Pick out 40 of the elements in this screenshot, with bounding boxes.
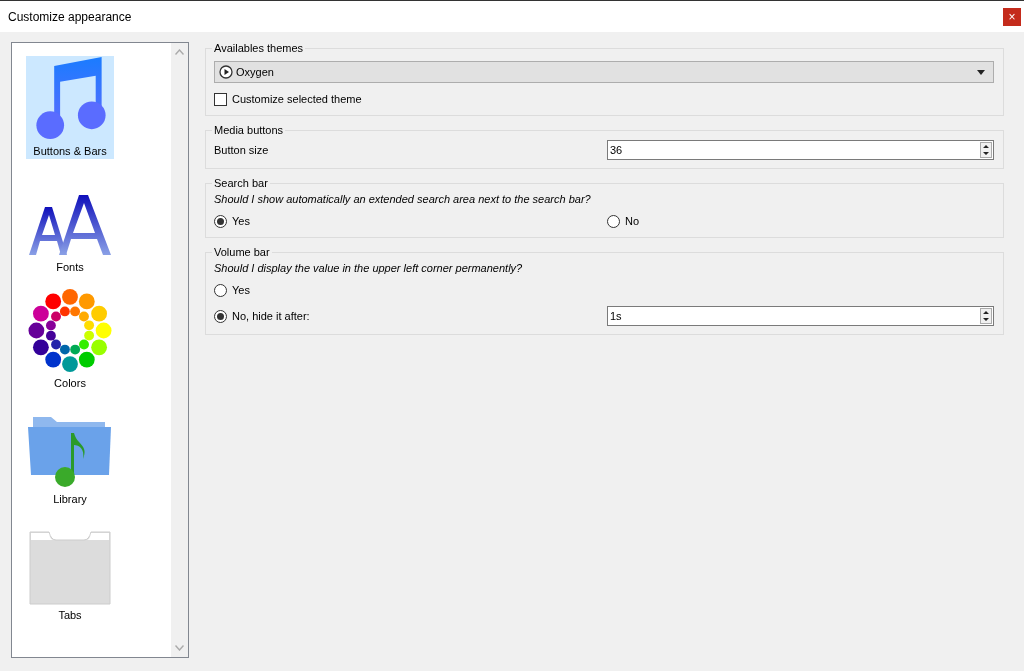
radio-label: No, hide it after: (232, 310, 310, 322)
checkbox[interactable] (214, 92, 227, 106)
question-text: Should I show automatically an extended search area next to the search bar? (214, 193, 592, 205)
radio-label: No (625, 215, 640, 227)
color-dots-icon (27, 288, 113, 373)
group-title: Media buttons (213, 124, 285, 136)
radio-button[interactable] (214, 283, 227, 297)
theme-dropdown[interactable]: Oxygen (214, 61, 994, 83)
sidebar-item[interactable]: Buttons & Bars (26, 56, 114, 159)
group-title: Search bar (213, 177, 269, 189)
sidebar-item-label: Tabs (58, 609, 82, 623)
radio-label: Yes (232, 284, 250, 296)
close-button[interactable]: × (1003, 7, 1021, 26)
sidebar-item-label: Colors (54, 377, 86, 391)
dropdown-value: Oxygen (236, 66, 274, 78)
spin-arrows-icon (980, 142, 992, 158)
sidebar-item-label: Library (53, 493, 87, 507)
spin-box[interactable]: 36 (607, 140, 994, 160)
question-text: Should I display the value in the upper left corner permanently? (214, 262, 524, 274)
tab-page-icon (29, 531, 111, 605)
spin-arrows-icon (980, 308, 992, 324)
radio-button[interactable] (214, 309, 227, 323)
sidebar-item[interactable]: Fonts (26, 172, 114, 275)
group-title: Availables themes (213, 42, 305, 54)
sidebar-item[interactable]: Tabs (26, 520, 114, 623)
sidebar-item[interactable]: Library (26, 404, 114, 507)
radio-button[interactable] (214, 214, 227, 228)
field-label: Button size (214, 144, 270, 156)
checkbox-label: Customize selected theme (232, 93, 362, 105)
fonts-icon (27, 195, 113, 257)
radio-button[interactable] (607, 214, 620, 228)
sidebar-item[interactable]: Colors (26, 288, 114, 391)
sidebar-item-label: Fonts (56, 261, 84, 275)
window-title: Customize appearance (8, 9, 132, 24)
sidebar-item-label: Buttons & Bars (33, 145, 107, 159)
group-title: Volume bar (213, 246, 271, 258)
spin-box[interactable]: 1s (607, 306, 994, 326)
radio-label: Yes (232, 215, 250, 227)
play-icon (219, 65, 233, 79)
caret-icon (977, 69, 985, 75)
